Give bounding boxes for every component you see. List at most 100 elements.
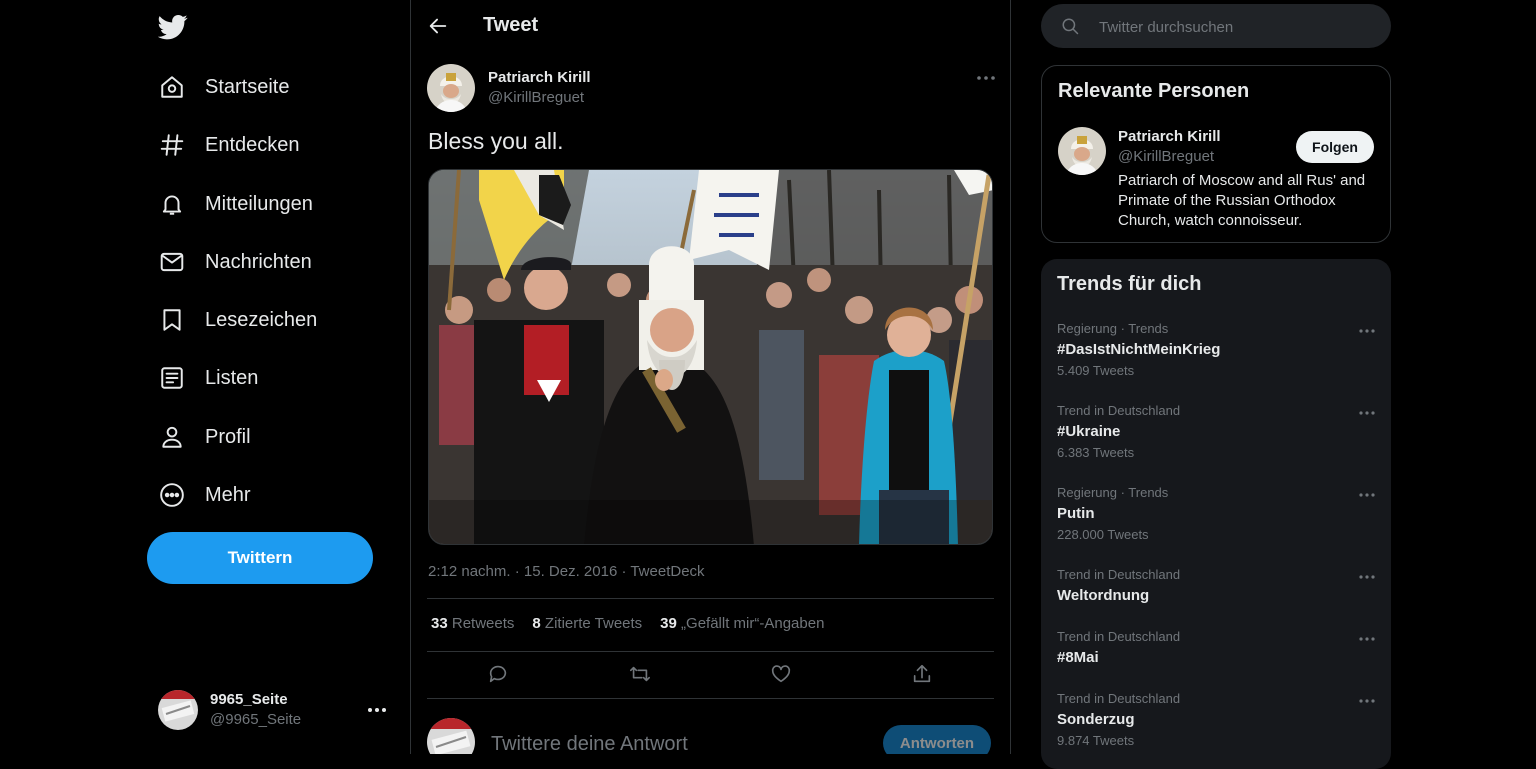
trend-item[interactable]: Regierung · Trends #DasIstNichtMeinKrieg… — [1057, 321, 1377, 379]
trend-context: Trend in Deutschland — [1057, 567, 1181, 582]
nav-label: Mehr — [205, 483, 251, 506]
account-name: 9965_Seite — [210, 691, 288, 708]
quotes-label: Zitierte Tweets — [544, 615, 643, 632]
retweets-label: Retweets — [451, 615, 515, 632]
nav-item-profile[interactable]: Profil — [158, 417, 251, 457]
account-switcher[interactable]: 9965_Seite @9965_Seite — [158, 686, 390, 734]
nav-item-lists[interactable]: Listen — [158, 358, 258, 398]
retweets-stat[interactable]: 33 Retweets — [431, 615, 514, 632]
trend-context: Regierung · Trends — [1057, 321, 1169, 336]
retweets-count: 33 — [431, 615, 448, 632]
relevant-people-card: Relevante Personen Patriarch Kirill @Kir… — [1041, 65, 1391, 243]
likes-label: „Gefällt mir“-Angaben — [681, 615, 825, 632]
tweet-photo[interactable] — [428, 169, 993, 545]
quotes-stat[interactable]: 8 Zitierte Tweets — [532, 615, 642, 632]
account-handle: @9965_Seite — [210, 711, 302, 728]
trend-name: Putin — [1057, 505, 1095, 522]
column-header: Tweet — [411, 0, 1010, 53]
more-horizontal-icon[interactable] — [975, 68, 997, 88]
trend-name: #8Mai — [1057, 649, 1099, 666]
follow-button[interactable]: Folgen — [1296, 131, 1374, 163]
trend-context: Trend in Deutschland — [1057, 403, 1181, 418]
heart-icon[interactable] — [770, 663, 794, 687]
trend-context: Trend in Deutschland — [1057, 629, 1181, 644]
more-horizontal-icon[interactable] — [1357, 485, 1377, 505]
trend-name: #Ukraine — [1057, 423, 1121, 440]
more-horizontal-icon[interactable] — [1357, 403, 1377, 423]
home-icon — [158, 73, 186, 101]
nav-label: Profil — [205, 425, 251, 448]
person-name[interactable]: Patriarch Kirill — [1118, 128, 1221, 145]
trend-count: 9.874 Tweets — [1057, 733, 1135, 748]
avatar — [158, 690, 198, 730]
nav-label: Entdecken — [205, 133, 300, 156]
trend-item[interactable]: Trend in Deutschland #8Mai — [1057, 629, 1377, 668]
tweet-detail-column: Tweet Patriarch Kirill @KirillBreguet Bl… — [410, 0, 1011, 754]
hashtag-icon — [158, 131, 186, 159]
author-name[interactable]: Patriarch Kirill — [488, 69, 591, 86]
share-icon[interactable] — [911, 663, 935, 687]
trend-count: 5.409 Tweets — [1057, 363, 1135, 378]
author-handle[interactable]: @KirillBreguet — [488, 89, 584, 106]
search-icon — [1061, 17, 1079, 35]
nav-item-explore[interactable]: Entdecken — [158, 125, 300, 165]
tweet-button[interactable]: Twittern — [147, 532, 373, 584]
trends-card: Trends für dich Regierung · Trends #DasI… — [1041, 259, 1391, 769]
more-circle-icon — [158, 481, 186, 509]
twitter-bird-icon[interactable] — [158, 12, 190, 44]
retweet-icon[interactable] — [629, 663, 653, 687]
trend-name: Sonderzug — [1057, 711, 1135, 728]
profile-icon — [158, 423, 186, 451]
likes-stat[interactable]: 39 „Gefällt mir“-Angaben — [660, 615, 824, 632]
person-avatar[interactable] — [1058, 127, 1106, 175]
search-bar[interactable] — [1041, 4, 1391, 48]
card-title: Trends für dich — [1057, 273, 1202, 295]
tweet-stats: 33 Retweets 8 Zitierte Tweets 39 „Gefäll… — [431, 615, 842, 632]
avatar — [427, 718, 475, 754]
divider — [427, 698, 994, 699]
trend-name: Weltordnung — [1057, 587, 1150, 604]
trend-item[interactable]: Trend in Deutschland Weltordnung — [1057, 567, 1377, 606]
more-horizontal-icon[interactable] — [1357, 691, 1377, 711]
mail-icon — [158, 248, 186, 276]
person-handle[interactable]: @KirillBreguet — [1118, 148, 1214, 165]
trend-item[interactable]: Trend in Deutschland #Ukraine 6.383 Twee… — [1057, 403, 1377, 461]
trend-context: Trend in Deutschland — [1057, 691, 1181, 706]
reply-button[interactable]: Antworten — [883, 725, 991, 754]
nav-item-messages[interactable]: Nachrichten — [158, 242, 312, 282]
search-input[interactable] — [1097, 14, 1381, 40]
nav-item-bookmarks[interactable]: Lesezeichen — [158, 300, 317, 340]
nav-item-notifications[interactable]: Mitteilungen — [158, 184, 313, 224]
back-arrow-icon[interactable] — [427, 15, 451, 39]
tweet-timestamp[interactable]: 2:12 nachm. · 15. Dez. 2016 · TweetDeck — [428, 563, 705, 580]
person-bio: Patriarch of Moscow and all Rus' and Pri… — [1118, 172, 1366, 229]
trend-item[interactable]: Regierung · Trends Putin 228.000 Tweets — [1057, 485, 1377, 543]
nav-label: Lesezeichen — [205, 308, 318, 331]
bookmark-icon — [158, 306, 186, 334]
trend-count: 228.000 Tweets — [1057, 527, 1149, 542]
divider — [427, 598, 994, 599]
reply-icon[interactable] — [487, 663, 511, 687]
card-title: Relevante Personen — [1058, 80, 1250, 102]
trend-item[interactable]: Trend in Deutschland Sonderzug 9.874 Twe… — [1057, 691, 1377, 749]
nav-label: Mitteilungen — [205, 192, 313, 215]
more-horizontal-icon[interactable] — [1357, 567, 1377, 587]
quotes-count: 8 — [532, 615, 541, 632]
page-title: Tweet — [483, 14, 539, 36]
list-icon — [158, 364, 186, 392]
nav-label: Listen — [205, 366, 259, 389]
trend-context: Regierung · Trends — [1057, 485, 1169, 500]
trend-count: 6.383 Tweets — [1057, 445, 1135, 460]
more-horizontal-icon[interactable] — [366, 700, 388, 720]
more-horizontal-icon[interactable] — [1357, 629, 1377, 649]
more-horizontal-icon[interactable] — [1357, 321, 1377, 341]
nav-label: Nachrichten — [205, 250, 312, 273]
likes-count: 39 — [660, 615, 677, 632]
nav-item-more[interactable]: Mehr — [158, 475, 251, 515]
bell-icon — [158, 190, 186, 218]
nav-item-home[interactable]: Startseite — [158, 67, 289, 107]
nav-label: Startseite — [205, 75, 290, 98]
reply-input[interactable] — [489, 730, 873, 754]
author-avatar[interactable] — [427, 64, 475, 112]
divider — [427, 651, 994, 652]
